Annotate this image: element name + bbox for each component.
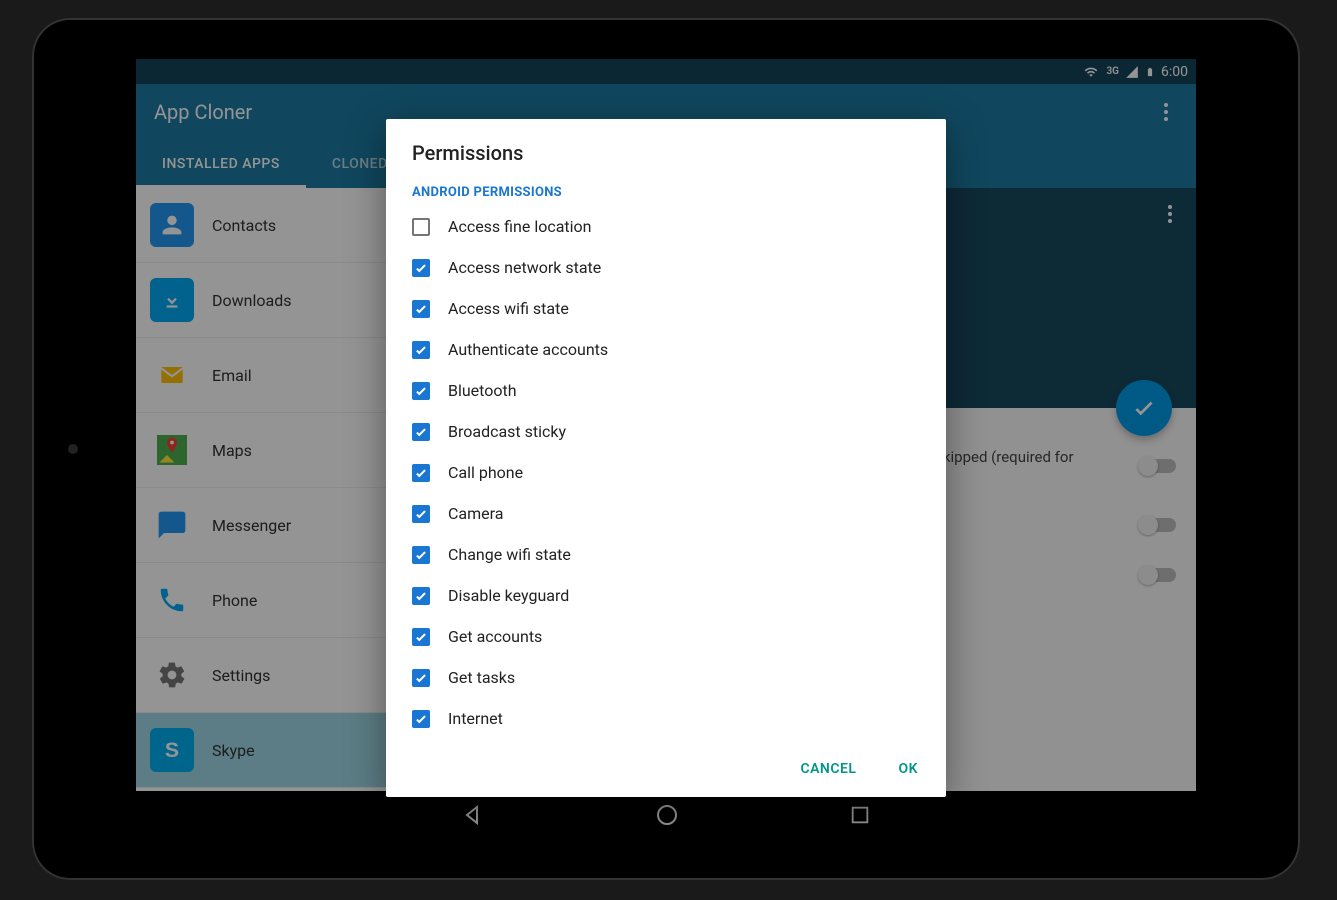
- check-icon: [414, 589, 428, 603]
- checkbox[interactable]: [412, 300, 430, 318]
- check-icon: [414, 548, 428, 562]
- permission-label: Access network state: [448, 258, 601, 277]
- dialog-title: Permissions: [386, 119, 946, 175]
- checkbox[interactable]: [412, 669, 430, 687]
- checkbox[interactable]: [412, 710, 430, 728]
- tablet-camera: [68, 444, 78, 454]
- checkbox[interactable]: [412, 341, 430, 359]
- permission-row[interactable]: Access wifi state: [412, 288, 920, 329]
- checkbox[interactable]: [412, 628, 430, 646]
- permission-list[interactable]: Access fine location Access network state…: [386, 200, 946, 743]
- checkbox[interactable]: [412, 546, 430, 564]
- permission-label: Disable keyguard: [448, 586, 569, 605]
- checkbox[interactable]: [412, 259, 430, 277]
- check-icon: [414, 343, 428, 357]
- checkbox[interactable]: [412, 587, 430, 605]
- permission-row[interactable]: Bluetooth: [412, 370, 920, 411]
- ok-button[interactable]: OK: [890, 755, 926, 783]
- permission-row[interactable]: Access fine location: [412, 206, 920, 247]
- permission-label: Camera: [448, 504, 503, 523]
- checkbox[interactable]: [412, 464, 430, 482]
- permission-row[interactable]: Get tasks: [412, 657, 920, 698]
- permission-label: Access fine location: [448, 217, 592, 236]
- permission-label: Get accounts: [448, 627, 542, 646]
- permission-row[interactable]: Internet: [412, 698, 920, 739]
- checkbox[interactable]: [412, 218, 430, 236]
- dialog-scrim[interactable]: Permissions ANDROID PERMISSIONS Access f…: [136, 59, 1196, 839]
- permission-row[interactable]: Call phone: [412, 452, 920, 493]
- permission-label: Authenticate accounts: [448, 340, 608, 359]
- checkbox[interactable]: [412, 423, 430, 441]
- checkbox[interactable]: [412, 505, 430, 523]
- checkbox[interactable]: [412, 382, 430, 400]
- permission-row[interactable]: Change wifi state: [412, 534, 920, 575]
- check-icon: [414, 384, 428, 398]
- permission-label: Bluetooth: [448, 381, 517, 400]
- permission-label: Access wifi state: [448, 299, 569, 318]
- permission-label: Broadcast sticky: [448, 422, 566, 441]
- permission-label: Internet: [448, 709, 503, 728]
- check-icon: [414, 712, 428, 726]
- permission-row[interactable]: Broadcast sticky: [412, 411, 920, 452]
- permission-label: Call phone: [448, 463, 523, 482]
- cancel-button[interactable]: CANCEL: [792, 755, 864, 783]
- permission-label: Change wifi state: [448, 545, 571, 564]
- screen: 3G 6:00 App Cloner INSTALLED APPS CLONED…: [136, 59, 1196, 839]
- check-icon: [414, 302, 428, 316]
- check-icon: [414, 425, 428, 439]
- dialog-section-header: ANDROID PERMISSIONS: [386, 175, 946, 200]
- permission-label: Get tasks: [448, 668, 515, 687]
- check-icon: [414, 630, 428, 644]
- check-icon: [414, 507, 428, 521]
- dialog-actions: CANCEL OK: [386, 743, 946, 797]
- permissions-dialog: Permissions ANDROID PERMISSIONS Access f…: [386, 119, 946, 797]
- check-icon: [414, 466, 428, 480]
- check-icon: [414, 261, 428, 275]
- permission-row[interactable]: Camera: [412, 493, 920, 534]
- tablet-frame: 3G 6:00 App Cloner INSTALLED APPS CLONED…: [32, 18, 1300, 880]
- permission-row[interactable]: Access network state: [412, 247, 920, 288]
- check-icon: [414, 671, 428, 685]
- permission-row[interactable]: Disable keyguard: [412, 575, 920, 616]
- permission-row[interactable]: Authenticate accounts: [412, 329, 920, 370]
- permission-row[interactable]: Get accounts: [412, 616, 920, 657]
